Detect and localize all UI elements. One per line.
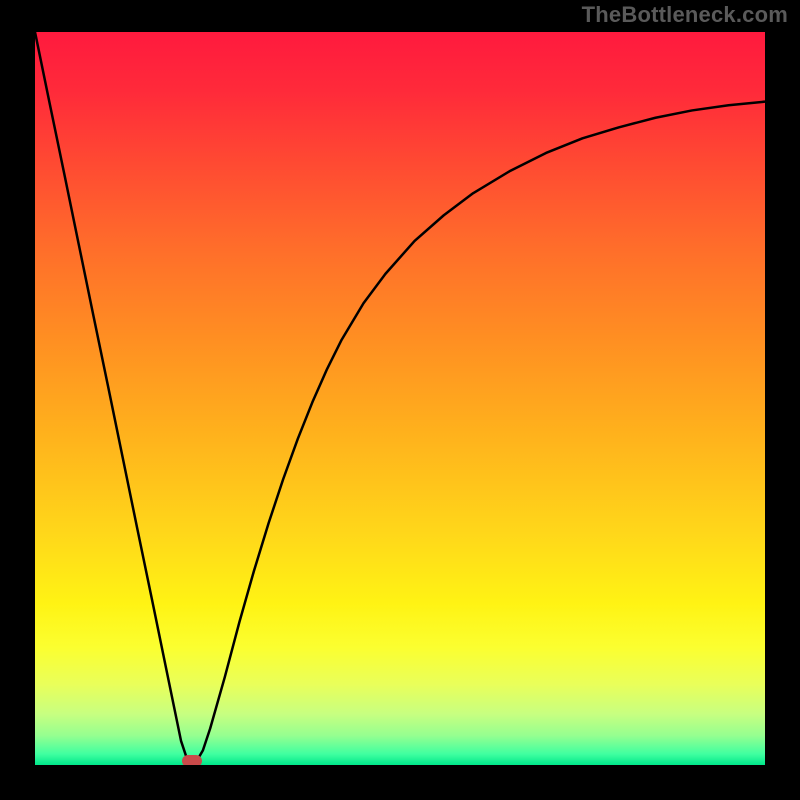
bottleneck-curve: [35, 32, 765, 765]
plot-area: [35, 32, 765, 765]
chart-frame: TheBottleneck.com: [0, 0, 800, 800]
watermark-text: TheBottleneck.com: [582, 2, 788, 28]
